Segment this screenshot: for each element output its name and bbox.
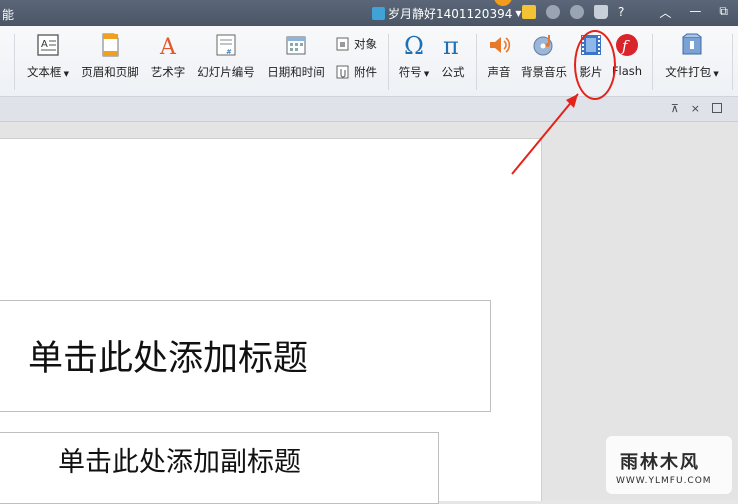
header-footer-icon (102, 33, 119, 57)
background-music-button[interactable]: 背景音乐 (518, 32, 570, 80)
wordart-label: 艺术字 (150, 65, 186, 79)
close-pane-button[interactable]: × (691, 102, 700, 115)
minimize-button[interactable]: — (689, 4, 701, 21)
watermark-logo: 雨林木风 WWW.YLMFU.COM (606, 436, 732, 494)
watermark-text: 雨林木风 (620, 452, 700, 473)
header-footer-button[interactable]: 页眉和页脚 (78, 32, 142, 80)
wordart-icon: A (159, 35, 177, 58)
attachment-icon (336, 65, 349, 79)
skin-icon[interactable] (594, 5, 608, 19)
symbol-button[interactable]: Ω 符号 ▼ (396, 32, 432, 80)
file-package-button[interactable]: 文件打包 ▼ (660, 32, 724, 80)
svg-text:A: A (41, 39, 48, 50)
calendar-icon (286, 36, 306, 55)
date-time-button[interactable]: 日期和时间 (264, 32, 328, 80)
ribbon-separator (388, 34, 389, 90)
slide-number-button[interactable]: # 幻灯片编号 (194, 32, 258, 80)
ribbon-separator (476, 34, 477, 90)
package-icon (682, 33, 702, 55)
subtitle-placeholder[interactable]: 单击此处添加副标题 (58, 440, 301, 479)
pin-icon[interactable]: ⊼ (671, 102, 679, 115)
pi-icon: π (443, 32, 459, 58)
header-footer-label: 页眉和页脚 (81, 65, 139, 79)
ribbon-separator (732, 34, 733, 90)
collapse-ribbon-button[interactable]: ︿ (659, 4, 671, 21)
date-time-label: 日期和时间 (267, 65, 325, 79)
file-package-label: 文件打包 (665, 65, 712, 79)
omega-icon: Ω (404, 32, 424, 58)
speaker-icon (490, 37, 511, 53)
pane-toolbar: ⊼ × (0, 97, 738, 122)
svg-text:π: π (443, 32, 459, 58)
watermark-url: WWW.YLMFU.COM (616, 476, 712, 486)
slide-number-icon: # (216, 34, 236, 56)
sound-button[interactable]: 声音 (484, 32, 514, 80)
svg-text:#: # (226, 48, 232, 56)
annotation-arrow (511, 93, 579, 175)
help-button[interactable]: ? (618, 5, 624, 19)
ribbon-separator (14, 34, 15, 90)
symbol-label: 符号 (398, 65, 422, 79)
attachment-label: 附件 (354, 65, 377, 79)
background-music-label: 背景音乐 (521, 65, 567, 79)
slide-number-label: 幻灯片编号 (197, 65, 255, 79)
user-account[interactable]: 岁月静好1401120394 ▼ (372, 5, 522, 22)
chevron-down-icon: ▼ (515, 9, 522, 18)
object-button[interactable]: 对象 (336, 36, 377, 52)
text-box-icon: A (37, 34, 59, 56)
ribbon-insert: A 文本框 ▼ 页眉和页脚 A 艺术字 # 幻灯片编号 日期和时间 对象 附件 … (0, 26, 738, 97)
mail-icon[interactable] (522, 5, 536, 19)
vip-icon (372, 7, 385, 20)
restore-pane-icon[interactable] (712, 103, 722, 113)
music-disc-icon (533, 35, 553, 56)
ribbon-separator (652, 34, 653, 90)
formula-label: 公式 (441, 65, 465, 79)
text-box-label: 文本框 (26, 65, 62, 79)
restore-button[interactable]: ⧉ (719, 4, 728, 21)
app-title-fragment: 能 (2, 8, 15, 22)
username: 岁月静好1401120394 (388, 7, 513, 21)
object-icon (336, 37, 349, 51)
svg-text:A: A (159, 35, 177, 58)
title-placeholder[interactable]: 单击此处添加标题 (28, 330, 308, 381)
share-icon[interactable] (570, 5, 584, 19)
flash-label: Flash (611, 64, 643, 78)
title-bar: 能 岁月静好1401120394 ▼ ? ︿ — ⧉ (0, 0, 738, 26)
attachment-button[interactable]: 附件 (336, 64, 377, 80)
cloud-sync-icon[interactable] (546, 5, 560, 19)
wordart-button[interactable]: A 艺术字 (148, 32, 188, 80)
svg-text:Ω: Ω (404, 32, 424, 58)
flash-icon: f (616, 34, 638, 56)
formula-button[interactable]: π 公式 (438, 32, 468, 80)
object-label: 对象 (354, 37, 377, 51)
sound-label: 声音 (487, 65, 511, 79)
text-box-button[interactable]: A 文本框 ▼ (24, 32, 72, 80)
